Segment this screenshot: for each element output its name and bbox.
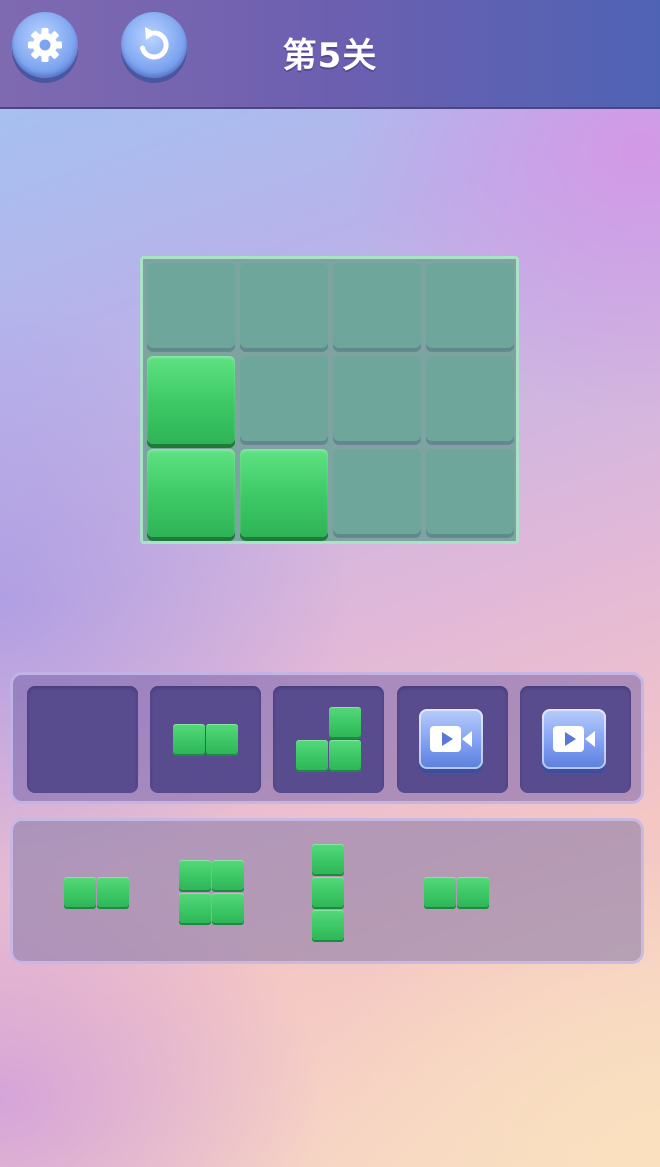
board-cell-filled[interactable]	[147, 449, 235, 537]
piece-block	[424, 877, 456, 909]
piece-block	[312, 910, 344, 942]
board-cell-empty[interactable]	[426, 449, 514, 537]
piece-block	[97, 877, 129, 909]
watch-video-unlock-button[interactable]	[419, 709, 483, 769]
piece-block	[212, 893, 244, 925]
piece-slot-piece[interactable]	[273, 686, 384, 793]
top-bar: 第5关	[0, 0, 660, 109]
board-cell-filled[interactable]	[147, 356, 235, 444]
piece-slot-tray	[10, 672, 644, 804]
board-cell-empty[interactable]	[426, 356, 514, 444]
piece-slot-locked[interactable]	[520, 686, 631, 793]
piece-slot-empty[interactable]	[27, 686, 138, 793]
piece-block	[179, 860, 211, 892]
available-pieces-tray	[10, 818, 644, 964]
piece-block	[296, 740, 328, 772]
piece-block	[312, 844, 344, 876]
game-board[interactable]	[140, 256, 519, 544]
board-cell-empty[interactable]	[240, 356, 328, 444]
video-ad-icon	[553, 726, 595, 752]
board-cell-empty[interactable]	[333, 449, 421, 537]
piece-block	[173, 724, 205, 756]
video-ad-icon	[430, 726, 472, 752]
piece-block	[457, 877, 489, 909]
board-cell-empty[interactable]	[147, 263, 235, 351]
board-cell-empty[interactable]	[426, 263, 514, 351]
piece-slot-piece[interactable]	[150, 686, 261, 793]
level-title: 第5关	[282, 36, 378, 76]
piece-block	[179, 893, 211, 925]
piece-slot-locked[interactable]	[397, 686, 508, 793]
piece-block	[329, 740, 361, 772]
piece-block	[329, 707, 361, 739]
board-cell-empty[interactable]	[240, 263, 328, 351]
watch-video-unlock-button[interactable]	[542, 709, 606, 769]
board-cell-empty[interactable]	[333, 263, 421, 351]
piece-block	[212, 860, 244, 892]
board-cell-empty[interactable]	[333, 356, 421, 444]
piece-block	[206, 724, 238, 756]
piece-block	[64, 877, 96, 909]
board-cell-filled[interactable]	[240, 449, 328, 537]
piece-block	[312, 877, 344, 909]
